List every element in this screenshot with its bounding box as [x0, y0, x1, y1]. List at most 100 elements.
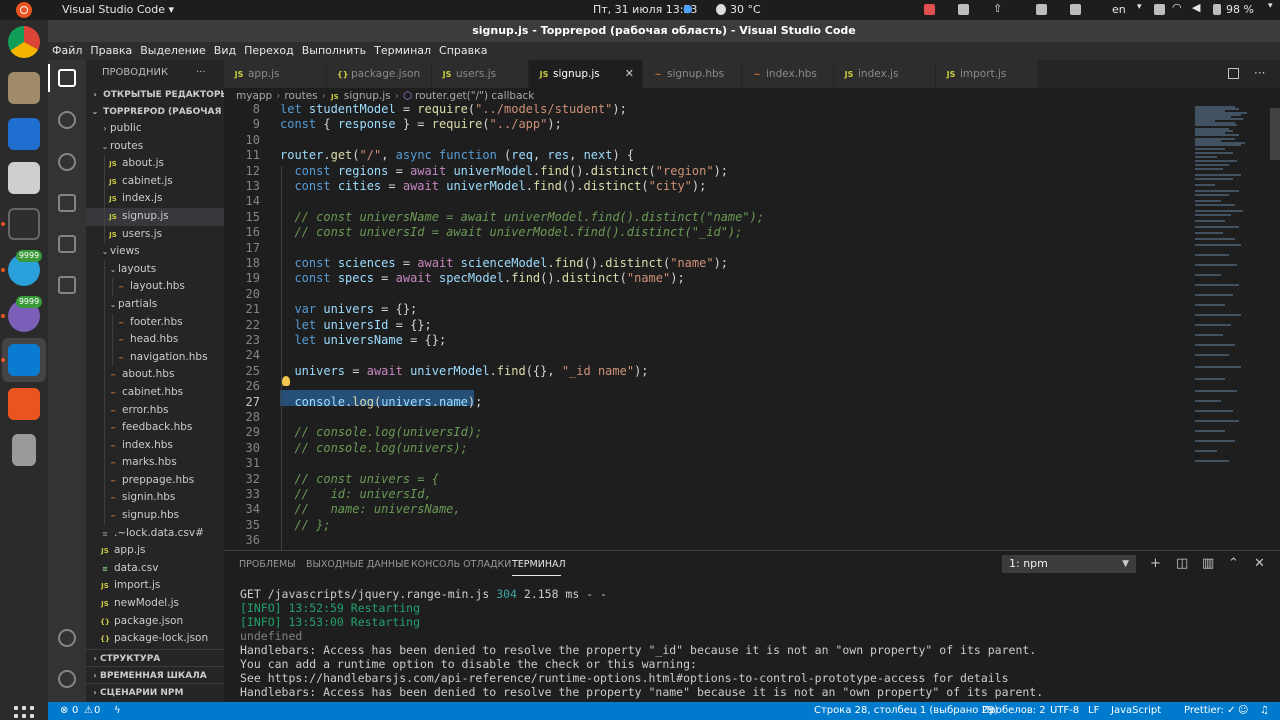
folder-item[interactable]: ⌄ layouts: [86, 260, 224, 279]
display-tray-icon[interactable]: [1154, 4, 1165, 15]
weather-temperature[interactable]: 30 °C: [730, 3, 761, 16]
minimap[interactable]: [1189, 104, 1269, 550]
maximize-panel-icon[interactable]: ⌃: [1228, 556, 1239, 572]
file-item[interactable]: JS newModel.js: [86, 595, 224, 613]
battery-icon[interactable]: [1213, 4, 1221, 15]
wifi-icon[interactable]: ◠: [1172, 1, 1182, 14]
remote-explorer-icon[interactable]: [58, 276, 76, 294]
files-icon[interactable]: [8, 72, 40, 104]
breadcrumb-item[interactable]: router.get("/") callback: [415, 90, 534, 102]
more-actions-icon[interactable]: ···: [196, 60, 206, 86]
breadcrumb-item[interactable]: routes: [284, 90, 317, 102]
close-tab-icon[interactable]: ✕: [625, 60, 634, 88]
explorer-icon[interactable]: [58, 69, 76, 87]
file-item[interactable]: ~ cabinet.hbs: [86, 383, 224, 402]
keyboard-language[interactable]: en: [1112, 3, 1126, 16]
file-item[interactable]: JS import.js: [86, 577, 224, 595]
warnings-count[interactable]: 0: [94, 702, 100, 720]
indentation[interactable]: Пробелов: 2: [982, 702, 1046, 720]
file-item[interactable]: ≡ data.csv: [86, 560, 224, 578]
file-item[interactable]: ~ error.hbs: [86, 401, 224, 420]
errors-count[interactable]: 0: [72, 702, 78, 720]
writer-icon[interactable]: [8, 118, 40, 150]
more-actions-icon[interactable]: ···: [1254, 66, 1265, 80]
volume-icon[interactable]: ◀: [1192, 1, 1200, 14]
split-editor-icon[interactable]: [1228, 68, 1239, 79]
sidebar-section[interactable]: › ВРЕМЕННАЯ ШКАЛА: [86, 666, 224, 683]
file-item[interactable]: ~ index.hbs: [86, 436, 224, 455]
extensions-icon[interactable]: [58, 235, 76, 253]
tab-app-js[interactable]: JS app.js: [224, 60, 327, 88]
file-item[interactable]: ≡ .~lock.data.csv#: [86, 525, 224, 543]
file-item[interactable]: ~ signin.hbs: [86, 489, 224, 508]
run-debug-icon[interactable]: [58, 194, 76, 212]
tab-index-js[interactable]: JS index.js: [834, 60, 936, 88]
warnings-icon[interactable]: ⚠: [84, 702, 93, 720]
tab-signup-js[interactable]: JS signup.js ✕: [529, 60, 643, 88]
clock[interactable]: Пт, 31 июля 13:53: [593, 3, 697, 16]
file-item[interactable]: ~ about.hbs: [86, 366, 224, 384]
battery-percentage[interactable]: 98 %: [1226, 3, 1254, 16]
file-item[interactable]: ~ signup.hbs: [86, 507, 224, 525]
tab-index-hbs[interactable]: ~ index.hbs: [742, 60, 834, 88]
file-item[interactable]: JS users.js: [86, 225, 224, 244]
terminal-icon[interactable]: [8, 208, 40, 240]
desktop-viewer-icon[interactable]: [8, 162, 40, 194]
workspace-section[interactable]: ⌄ TOPPREPOD (РАБОЧАЯ О...: [86, 103, 224, 120]
menu-item[interactable]: Правка: [86, 42, 136, 60]
folder-item[interactable]: ⌄ routes: [86, 138, 224, 156]
settings-gear-icon[interactable]: [58, 670, 76, 688]
file-item[interactable]: JS about.js: [86, 155, 224, 173]
steam-tray-icon[interactable]: [958, 4, 969, 15]
recording-tray-icon[interactable]: [924, 4, 935, 15]
clipboard-tray-icon[interactable]: [1070, 4, 1081, 15]
language-mode[interactable]: JavaScript: [1111, 702, 1161, 720]
source-control-icon[interactable]: [58, 153, 76, 171]
activities-app-menu[interactable]: Visual Studio Code ▾: [62, 3, 174, 16]
folder-item[interactable]: ⌄ partials: [86, 295, 224, 314]
menu-item[interactable]: Справка: [435, 42, 491, 60]
terminal-select[interactable]: 1: npm ▼: [1002, 555, 1136, 573]
tab-debug-console[interactable]: КОНСОЛЬ ОТЛАДКИ: [411, 559, 511, 570]
file-item[interactable]: JS index.js: [86, 190, 224, 208]
tab-users-js[interactable]: JS users.js: [432, 60, 529, 88]
terminal-output[interactable]: GET /javascripts/jquery.range-min.js 304…: [240, 587, 1270, 699]
file-item[interactable]: JS cabinet.js: [86, 172, 224, 191]
sidebar-section[interactable]: › СЦЕНАРИИ NPM: [86, 683, 224, 700]
breadcrumb-item[interactable]: signup.js: [344, 90, 391, 102]
new-terminal-icon[interactable]: +: [1150, 556, 1161, 572]
menu-item[interactable]: Терминал: [370, 42, 435, 60]
tab-import-js[interactable]: JS import.js: [936, 60, 1039, 88]
search-icon[interactable]: [58, 111, 76, 129]
chrome-icon[interactable]: [8, 26, 40, 58]
end-of-line[interactable]: LF: [1088, 702, 1099, 720]
kill-terminal-icon[interactable]: ▥: [1202, 556, 1214, 572]
close-panel-icon[interactable]: ✕: [1254, 556, 1265, 572]
errors-icon[interactable]: ⊗: [60, 702, 68, 720]
system-menu-chevron-icon[interactable]: ▾: [1268, 1, 1273, 11]
editor-scrollbar[interactable]: [1270, 108, 1280, 160]
menu-item[interactable]: Файл: [48, 42, 86, 60]
tab-problems[interactable]: ПРОБЛЕМЫ: [239, 559, 296, 570]
file-item[interactable]: {} package.json: [86, 613, 224, 631]
tab-output[interactable]: ВЫХОДНЫЕ ДАННЫЕ: [306, 559, 409, 570]
vscode-icon[interactable]: [8, 344, 40, 376]
live-share-icon[interactable]: ϟ: [114, 702, 121, 720]
feedback-icon[interactable]: ☺: [1238, 702, 1248, 720]
file-item[interactable]: JS signup.js: [86, 207, 224, 226]
breadcrumb-item[interactable]: myapp: [236, 90, 272, 102]
menu-item[interactable]: Выделение: [136, 42, 210, 60]
file-item[interactable]: ~ preppage.hbs: [86, 471, 224, 490]
file-item[interactable]: JS app.js: [86, 542, 224, 560]
ubuntu-logo-icon[interactable]: [16, 2, 32, 18]
file-item[interactable]: ~ feedback.hbs: [86, 419, 224, 437]
prettier-status[interactable]: Prettier: ✓: [1184, 702, 1236, 720]
menu-item[interactable]: Переход: [240, 42, 298, 60]
menu-item[interactable]: Вид: [210, 42, 240, 60]
tab-package-json[interactable]: {} package.json: [327, 60, 432, 88]
folder-item[interactable]: › public: [86, 120, 224, 138]
code-editor[interactable]: 8 let studentModel = require("../models/s…: [224, 104, 1189, 550]
tab-terminal[interactable]: ТЕРМИНАЛ: [512, 559, 566, 570]
usb-drive-icon[interactable]: [12, 434, 36, 466]
screenshot-tray-icon[interactable]: [1036, 4, 1047, 15]
